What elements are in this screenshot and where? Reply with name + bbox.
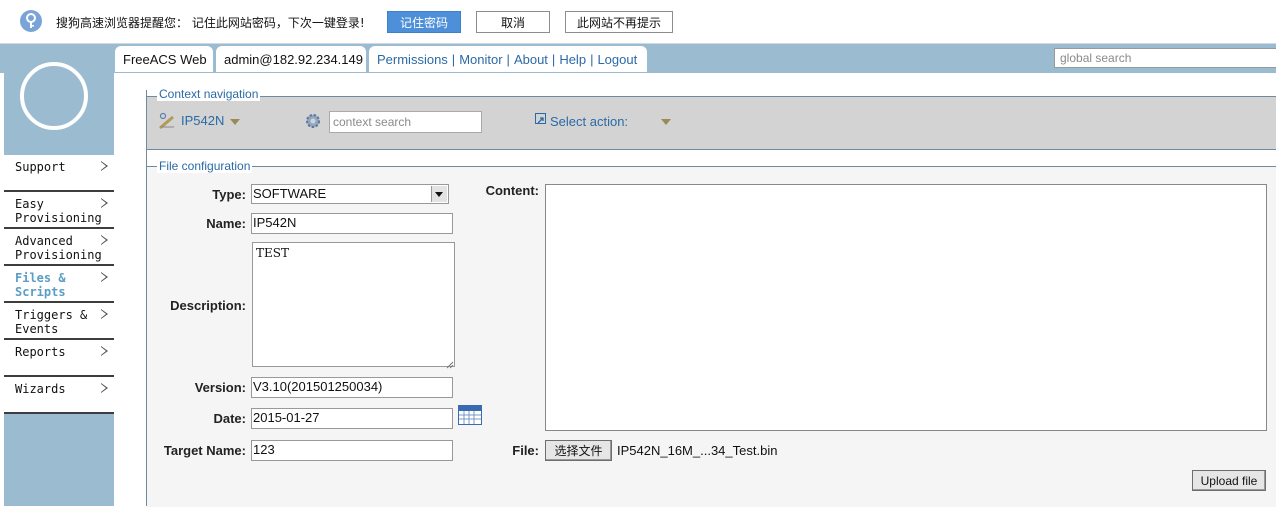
sidebar-item-label: Wizards <box>15 382 66 396</box>
sidebar-item-reports[interactable]: Reports <box>4 340 114 377</box>
date-input[interactable]: 2015-01-27 <box>251 408 453 429</box>
global-search-input[interactable]: global search <box>1054 48 1276 68</box>
key-icon <box>20 10 42 32</box>
external-link-icon <box>535 113 546 124</box>
content-textarea[interactable] <box>545 184 1267 431</box>
help-link[interactable]: Help <box>559 52 586 67</box>
password-prompt-text: 搜狗高速浏览器提醒您： 记住此网站密码，下次一键登录! <box>56 16 365 30</box>
cancel-button[interactable]: 取消 <box>476 11 550 33</box>
target-name-label: Target Name: <box>163 443 246 458</box>
content-label: Content: <box>485 183 539 198</box>
sidebar-item-label: Easy Provisioning <box>15 197 102 225</box>
chevron-right-icon <box>101 272 108 282</box>
chevron-right-icon <box>101 383 108 393</box>
description-textarea[interactable]: TEST <box>252 242 455 367</box>
remember-password-button[interactable]: 记住密码 <box>387 11 461 33</box>
target-name-input[interactable]: 123 <box>251 440 453 461</box>
chevron-right-icon <box>101 235 108 245</box>
logout-link[interactable]: Logout <box>597 52 637 67</box>
sidebar-menu: Support Easy Provisioning Advanced Provi… <box>4 155 114 414</box>
chevron-right-icon <box>101 346 108 356</box>
type-select-value: SOFTWARE <box>253 186 327 201</box>
chevron-down-icon[interactable] <box>431 186 447 202</box>
unit-type-icon <box>158 112 176 133</box>
sidebar-item-easy-provisioning[interactable]: Easy Provisioning <box>4 192 114 229</box>
sidebar-item-advanced-provisioning[interactable]: Advanced Provisioning <box>4 229 114 266</box>
sidebar-item-files-scripts[interactable]: Files & Scripts <box>4 266 114 303</box>
name-label: Name: <box>206 216 246 231</box>
name-input[interactable]: IP542N <box>251 213 453 234</box>
monitor-link[interactable]: Monitor <box>459 52 502 67</box>
sidebar-item-label: Support <box>15 160 66 174</box>
upload-file-button[interactable]: Upload file <box>1192 470 1266 491</box>
chevron-down-icon[interactable] <box>661 119 671 125</box>
header-links: Permissions | Monitor | About | Help | Logout <box>369 46 647 72</box>
choose-file-button[interactable]: 选择文件 <box>545 440 612 461</box>
sidebar-item-label: Advanced Provisioning <box>15 234 102 262</box>
permissions-link[interactable]: Permissions <box>377 52 448 67</box>
context-search-input[interactable]: context search <box>329 111 482 133</box>
chevron-right-icon <box>101 161 108 171</box>
file-configuration-legend: File configuration <box>157 159 253 173</box>
version-label: Version: <box>194 380 246 395</box>
date-label: Date: <box>213 411 246 426</box>
chevron-right-icon <box>101 309 108 319</box>
logo <box>20 62 88 130</box>
chevron-right-icon <box>101 198 108 208</box>
chevron-down-icon[interactable] <box>230 119 240 125</box>
description-label: Description: <box>170 298 246 313</box>
version-input[interactable]: V3.10(201501250034) <box>251 377 453 398</box>
file-label: File: <box>512 443 539 458</box>
resize-handle-icon[interactable] <box>446 358 454 372</box>
type-select[interactable]: SOFTWARE <box>251 184 449 204</box>
calendar-icon[interactable] <box>458 405 482 425</box>
never-for-site-button[interactable]: 此网站不再提示 <box>565 11 673 33</box>
selected-file-name: IP542N_16M_...34_Test.bin <box>617 443 778 458</box>
app-title-tab[interactable]: FreeACS Web <box>115 46 213 72</box>
select-action-label[interactable]: Select action: <box>550 114 628 129</box>
unit-type-selector[interactable]: IP542N <box>181 113 224 128</box>
gear-icon[interactable] <box>304 112 322 133</box>
sidebar-item-triggers-events[interactable]: Triggers & Events <box>4 303 114 340</box>
type-label: Type: <box>212 187 246 202</box>
sidebar-item-support[interactable]: Support <box>4 155 114 192</box>
sidebar-item-label: Reports <box>15 345 66 359</box>
sidebar-item-wizards[interactable]: Wizards <box>4 377 114 414</box>
about-link[interactable]: About <box>514 52 548 67</box>
sidebar-item-label: Triggers & Events <box>15 308 88 336</box>
sidebar-item-label: Files & Scripts <box>15 271 66 299</box>
context-navigation-legend: Context navigation <box>157 87 261 101</box>
user-tab: admin@182.92.234.149 <box>216 46 366 72</box>
